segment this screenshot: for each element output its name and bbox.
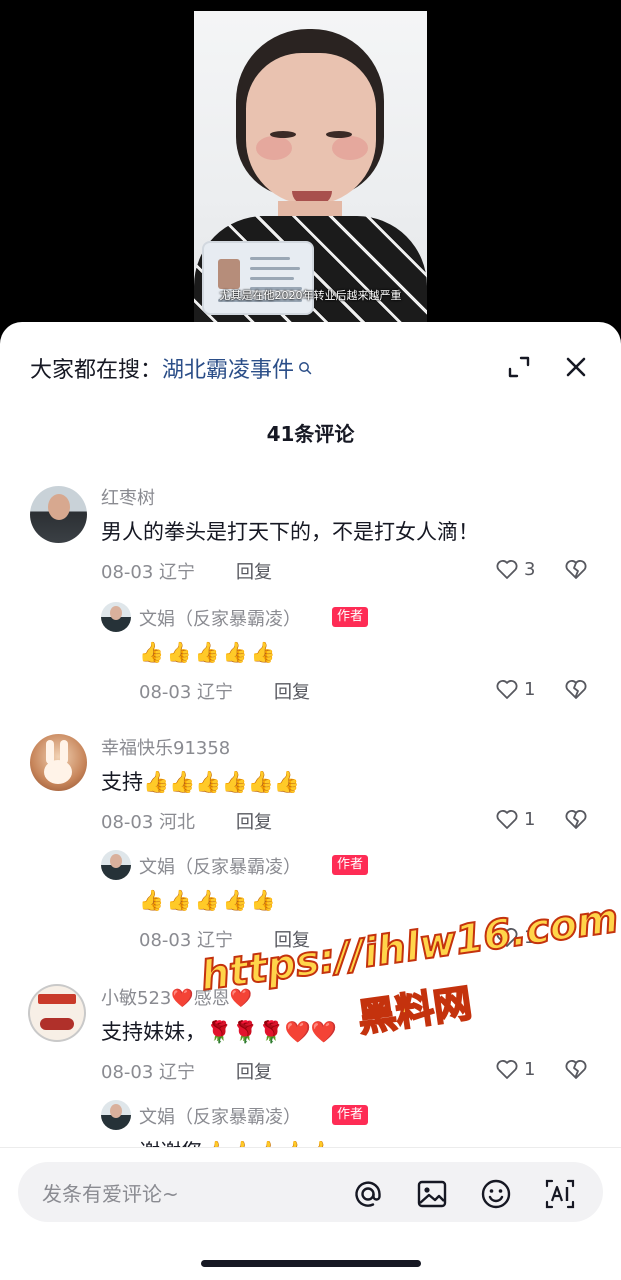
comment-sheet: 大家都在搜： 湖北霸凌事件 41条评论 红枣树 男人的拳头是打天下的，不是打女人… [0, 322, 621, 1280]
person-eye-right [326, 131, 352, 138]
reply-text: 👍👍👍👍👍 [139, 640, 279, 664]
reply-username[interactable]: 文娟（反家暴霸凌） [139, 605, 301, 631]
mention-icon[interactable] [352, 1178, 384, 1210]
like-button[interactable]: 1 [494, 1056, 535, 1082]
comment-meta: 08-03 辽宁 [101, 562, 196, 583]
reply-username[interactable]: 文娟（反家暴霸凌） [139, 853, 301, 879]
avatar-banner [38, 994, 76, 1004]
author-badge: 作者 [332, 1105, 369, 1125]
avatar-face [110, 854, 122, 868]
avatar[interactable] [30, 486, 87, 543]
ai-icon[interactable] [544, 1178, 576, 1210]
search-icon [299, 362, 312, 375]
broken-heart-icon[interactable] [563, 556, 589, 582]
person-face [246, 53, 376, 205]
like-count: 1 [524, 808, 536, 830]
comment-username[interactable]: 幸福快乐91358 [101, 734, 230, 760]
like-button[interactable]: 1 [494, 806, 535, 832]
avatar-car [40, 1018, 74, 1030]
like-count: 3 [524, 558, 536, 580]
comment-username[interactable]: 红枣树 [101, 484, 155, 510]
id-card-line [250, 277, 294, 280]
reply-meta: 08-03 辽宁 [139, 930, 234, 951]
heart-icon [496, 1060, 518, 1079]
avatar[interactable] [30, 734, 87, 791]
video-frame: 尤其是在他2020年转业后越来越严重 [194, 11, 427, 345]
person-cheek-left [256, 136, 292, 160]
comment-input-placeholder: 发条有爱评论~ [42, 1182, 179, 1206]
heart-icon [496, 680, 518, 699]
like-button[interactable]: 3 [494, 556, 535, 582]
home-indicator [201, 1260, 421, 1267]
avatar[interactable] [101, 602, 131, 632]
reply-username[interactable]: 文娟（反家暴霸凌） [139, 1103, 301, 1129]
id-card-line [250, 267, 300, 270]
person-eye-left [270, 131, 296, 138]
like-button[interactable]: 1 [494, 676, 535, 702]
emoji-icon[interactable] [480, 1178, 512, 1210]
heart-icon [496, 810, 518, 829]
expand-icon[interactable] [508, 356, 530, 378]
avatar-bunny [44, 760, 72, 784]
comment-text: 男人的拳头是打天下的，不是打女人滴！ [101, 520, 479, 544]
reply-button[interactable]: 回复 [236, 808, 272, 834]
comment-meta: 08-03 河北 [101, 812, 196, 833]
video-subtitle: 尤其是在他2020年转业后越来越严重 [219, 289, 402, 302]
author-badge: 作者 [332, 855, 369, 875]
heart-icon [496, 560, 518, 579]
reply-button[interactable]: 回复 [274, 678, 310, 704]
video-player[interactable]: 尤其是在他2020年转业后越来越严重 [0, 0, 621, 345]
avatar-face [110, 606, 122, 620]
reply-meta: 08-03 辽宁 [139, 682, 234, 703]
search-suggestion[interactable]: 大家都在搜： 湖北霸凌事件 [30, 352, 312, 384]
like-count: 1 [524, 678, 536, 700]
id-card-photo [218, 259, 240, 289]
broken-heart-icon[interactable] [563, 676, 589, 702]
id-card-line [250, 257, 290, 260]
comment-count: 41条评论 [266, 422, 355, 446]
like-count: 1 [524, 1058, 536, 1080]
image-icon[interactable] [416, 1178, 448, 1210]
reply-button[interactable]: 回复 [236, 558, 272, 584]
avatar[interactable] [101, 1100, 131, 1130]
avatar-face [48, 494, 70, 520]
person-cheek-right [332, 136, 368, 160]
avatar[interactable] [30, 986, 84, 1040]
comment-text: 支持👍👍👍👍👍👍 [101, 770, 300, 794]
author-badge: 作者 [332, 607, 369, 627]
avatar-face [110, 1104, 122, 1118]
broken-heart-icon[interactable] [563, 1056, 589, 1082]
reply-text: 👍👍👍👍👍 [139, 888, 279, 912]
comment-input[interactable]: 发条有爱评论~ [18, 1162, 603, 1222]
search-suggestion-term[interactable]: 湖北霸凌事件 [162, 352, 294, 384]
close-icon[interactable] [565, 356, 587, 378]
comment-meta: 08-03 辽宁 [101, 1062, 196, 1083]
watermark-name: 黑料网 [354, 980, 475, 1041]
comment-input-bar: 发条有爱评论~ [0, 1147, 621, 1280]
search-suggestion-prefix: 大家都在搜： [30, 358, 163, 383]
avatar[interactable] [101, 850, 131, 880]
broken-heart-icon[interactable] [563, 806, 589, 832]
